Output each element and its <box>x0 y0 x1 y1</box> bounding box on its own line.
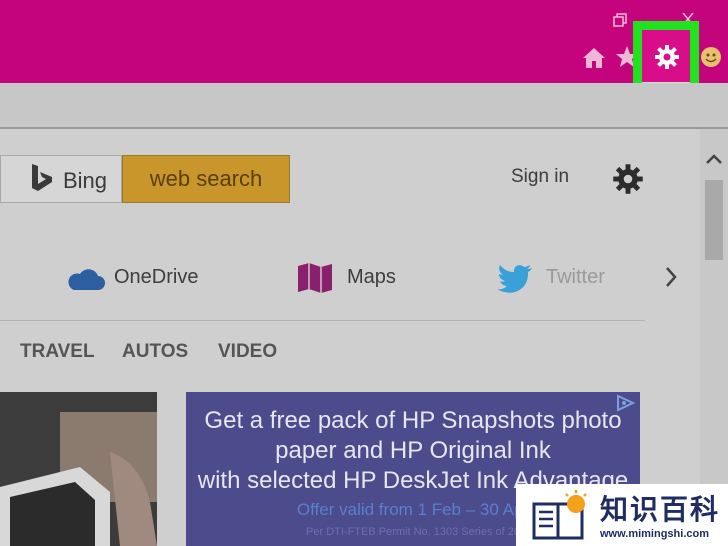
sign-in-link[interactable]: Sign in <box>511 166 569 188</box>
book-bulb-icon <box>532 490 587 540</box>
tab-autos[interactable]: AUTOS <box>122 341 188 363</box>
scroll-thumb[interactable] <box>705 180 723 260</box>
watermark-url: www.mimingshi.com <box>600 528 709 540</box>
scroll-up-icon[interactable] <box>705 152 723 170</box>
tab-travel[interactable]: TRAVEL <box>20 341 95 363</box>
link-twitter[interactable]: Twitter <box>546 266 605 289</box>
bing-label: Bing <box>63 168 108 193</box>
tab-video[interactable]: VIDEO <box>218 341 277 363</box>
ad-line-1: Get a free pack of HP Snapshots photo <box>204 407 622 434</box>
bing-logo-icon <box>30 163 54 198</box>
watermark-text: 知识百科 <box>600 493 721 526</box>
gear-icon[interactable] <box>654 44 680 75</box>
cloud-icon[interactable] <box>64 266 106 297</box>
link-onedrive[interactable]: OneDrive <box>114 266 198 289</box>
address-bar[interactable] <box>0 83 728 129</box>
link-maps[interactable]: Maps <box>347 266 396 289</box>
page-settings-icon[interactable] <box>612 163 644 200</box>
smiley-icon[interactable] <box>700 46 722 73</box>
ad-line-2: paper and HP Original Ink <box>275 437 551 464</box>
divider <box>0 320 645 321</box>
adchoices-icon[interactable] <box>615 394 637 417</box>
map-icon[interactable] <box>297 262 333 299</box>
news-photo[interactable] <box>0 392 157 546</box>
home-icon[interactable] <box>582 47 606 74</box>
chevron-right-icon[interactable] <box>664 266 678 293</box>
web-search-button[interactable]: web search <box>122 155 290 203</box>
ad-text: Get a free pack of HP Snapshots photo pa… <box>186 406 640 496</box>
watermark: 知识百科 www.mimingshi.com <box>516 484 728 546</box>
restore-icon[interactable] <box>612 12 628 32</box>
twitter-icon[interactable] <box>497 264 533 299</box>
